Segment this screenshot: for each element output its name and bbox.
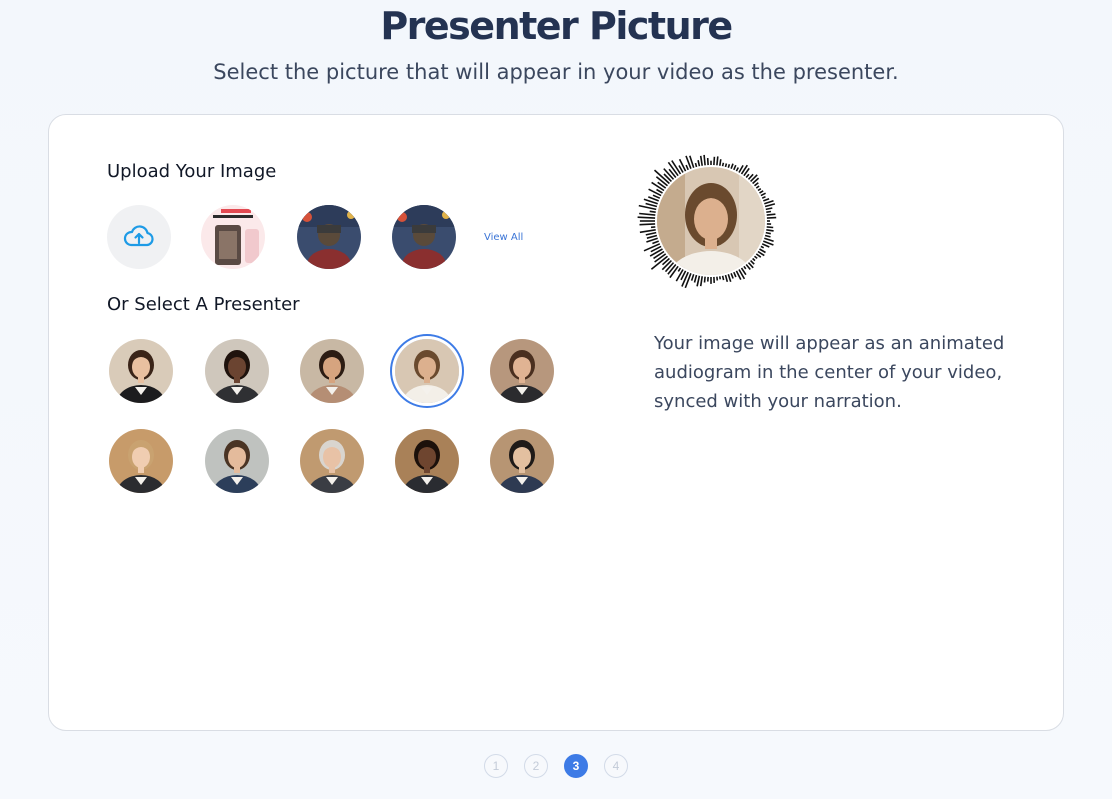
presenter-7[interactable] <box>205 429 269 493</box>
presenter-heading: Or Select A Presenter <box>107 294 300 315</box>
presenter-3-picture <box>300 339 364 403</box>
upload-button[interactable] <box>107 205 171 269</box>
presenter-8-picture <box>300 429 364 493</box>
page-title: Presenter Picture <box>380 4 733 48</box>
uploaded-image-2-picture <box>297 205 361 269</box>
presenter-6-picture <box>109 429 173 493</box>
presenter-2[interactable] <box>205 339 269 403</box>
audiogram-preview <box>635 145 787 297</box>
audiogram-icon <box>637 154 777 289</box>
presenter-9-picture <box>395 429 459 493</box>
uploaded-image-3-picture <box>392 205 456 269</box>
stepper: 1234 <box>0 754 1112 778</box>
view-all-link[interactable]: View All <box>484 232 523 243</box>
cloud-upload-icon <box>123 225 154 247</box>
uploaded-image-1[interactable] <box>201 205 265 269</box>
presenter-7-picture <box>205 429 269 493</box>
step-2[interactable]: 2 <box>524 754 548 778</box>
presenter-card: Upload Your Image View All Or Select A P… <box>48 114 1064 731</box>
presenter-9[interactable] <box>395 429 459 493</box>
presenter-1-picture <box>109 339 173 403</box>
presenter-8[interactable] <box>300 429 364 493</box>
presenter-6[interactable] <box>109 429 173 493</box>
preview-description: Your image will appear as an animated au… <box>654 333 1005 412</box>
step-1[interactable]: 1 <box>484 754 508 778</box>
presenter-3[interactable] <box>300 339 364 403</box>
presenter-5[interactable] <box>490 339 554 403</box>
page-subtitle: Select the picture that will appear in y… <box>213 60 899 84</box>
step-3[interactable]: 3 <box>564 754 588 778</box>
presenter-4[interactable] <box>395 339 459 403</box>
presenter-2-picture <box>205 339 269 403</box>
uploaded-image-1-picture <box>201 205 265 269</box>
presenter-10[interactable] <box>490 429 554 493</box>
presenter-1[interactable] <box>109 339 173 403</box>
upload-heading: Upload Your Image <box>107 161 277 182</box>
step-4[interactable]: 4 <box>604 754 628 778</box>
presenter-4-picture <box>395 339 459 403</box>
uploaded-image-3[interactable] <box>392 205 456 269</box>
presenter-10-picture <box>490 429 554 493</box>
presenter-5-picture <box>490 339 554 403</box>
uploaded-image-2[interactable] <box>297 205 361 269</box>
